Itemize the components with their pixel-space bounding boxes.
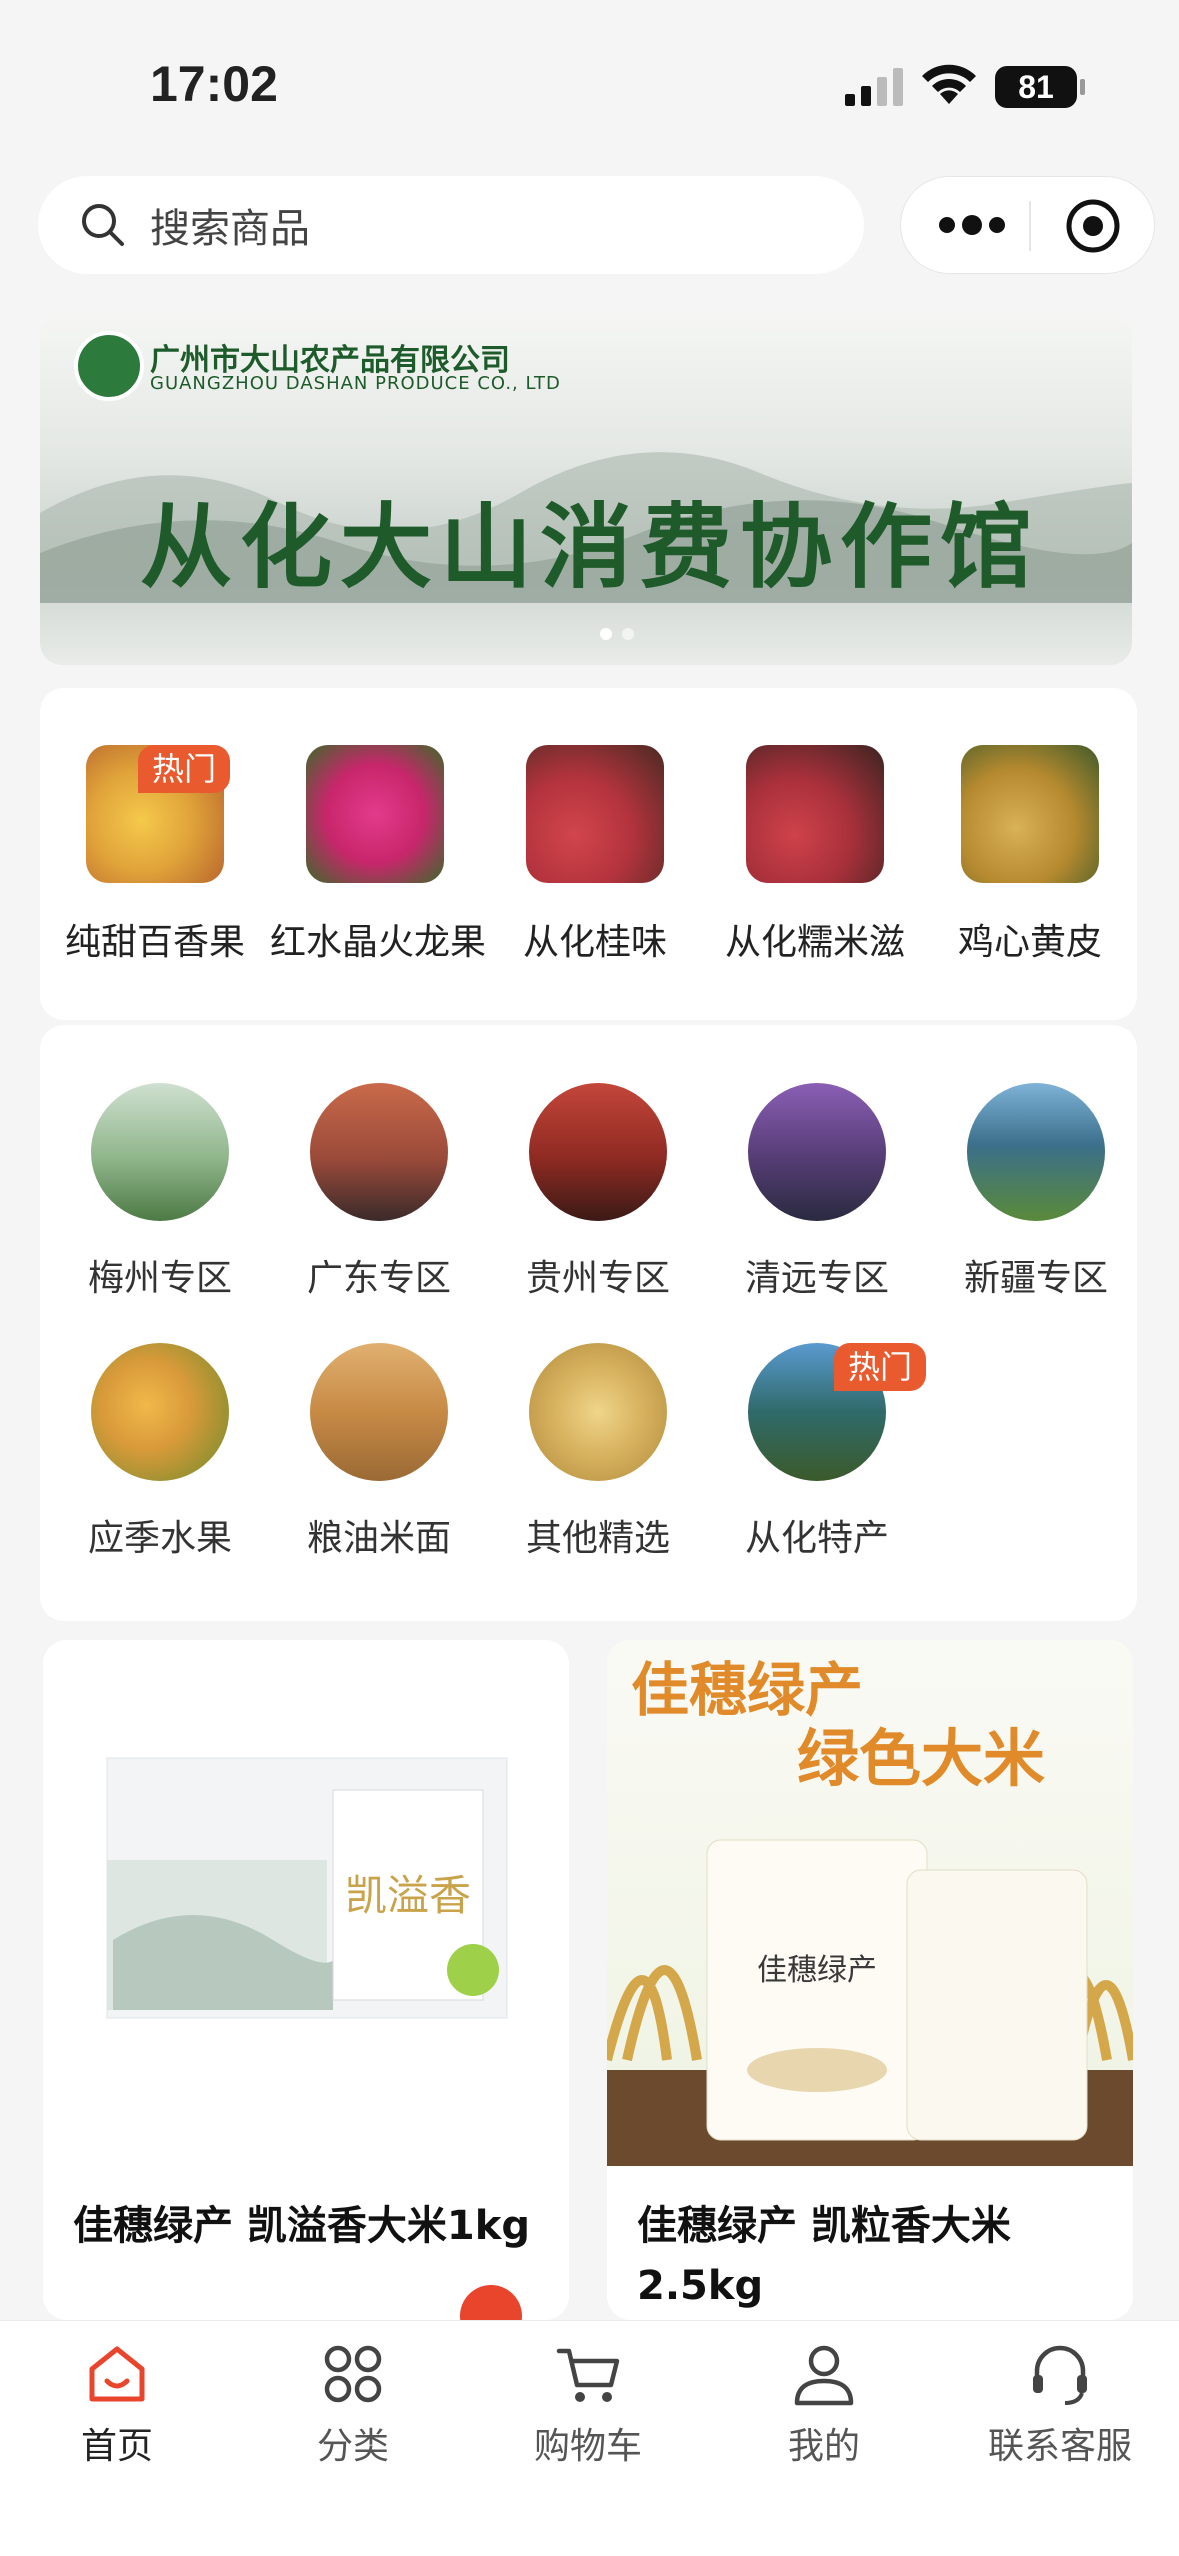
miniprogram-capsule (900, 176, 1155, 274)
hot-item[interactable]: 从化糯米滋 (710, 745, 920, 965)
banner-slogan: 从化大山消费协作馆 (139, 493, 1040, 601)
tab-label: 分类 (316, 2426, 389, 2467)
more-icon[interactable] (937, 213, 1007, 237)
product-image: 佳穗绿产 绿色大米 佳穗绿产 (607, 1640, 1133, 2166)
product-image: 凯溢香 (43, 1640, 569, 2166)
hot-item[interactable]: 鸡心黄皮 (925, 745, 1135, 965)
category-icon (324, 2345, 382, 2403)
zone-item[interactable]: 热门 从化特产 (717, 1343, 926, 1561)
zone-image: 热门 (748, 1343, 926, 1481)
cart-icon (556, 2348, 620, 2402)
zone-item[interactable]: 应季水果 (60, 1343, 260, 1561)
ad-headline-1: 佳穗绿产 (631, 1656, 863, 1724)
product-name: 佳穗绿产 凯溢香大米1kg (73, 2203, 530, 2249)
home-icon (89, 2346, 145, 2402)
zone-label: 新疆专区 (963, 1258, 1108, 1299)
hot-products-row: 热门 纯甜百香果 红水晶火龙果 从化桂味 从化糯米滋 鸡心黄皮 (40, 688, 1137, 1020)
promo-banner[interactable]: 广州市大山农产品有限公司 GUANGZHOU DASHAN PRODUCE CO… (40, 313, 1132, 665)
product-card[interactable]: 凯溢香 佳穗绿产 凯溢香大米1kg (43, 1640, 569, 2320)
hot-item-label: 从化桂味 (522, 922, 667, 963)
zone-item[interactable]: 粮油米面 (279, 1343, 479, 1561)
hot-badge: 热门 (833, 1343, 926, 1391)
tab-label: 联系客服 (987, 2426, 1132, 2467)
signal-icon (845, 68, 903, 106)
status-time: 17:02 (150, 56, 278, 112)
product-card[interactable]: 佳穗绿产 绿色大米 佳穗绿产 佳穗绿产 凯粒香大米2.5kg (607, 1640, 1133, 2320)
hot-item-label: 鸡心黄皮 (957, 922, 1102, 963)
tab-label: 首页 (80, 2426, 153, 2467)
carousel-indicator (600, 628, 634, 640)
zone-label: 清远专区 (744, 1258, 889, 1299)
battery-indicator: 81 (995, 66, 1085, 108)
zone-item[interactable]: 贵州专区 (498, 1083, 698, 1301)
tab-profile[interactable]: 我的 (724, 2339, 924, 2469)
search-placeholder: 搜索商品 (150, 206, 310, 252)
product-thumbnail (526, 745, 664, 883)
tab-home[interactable]: 首页 (17, 2339, 217, 2469)
wifi-icon (922, 64, 976, 104)
zone-image (748, 1083, 886, 1221)
zone-image (967, 1083, 1105, 1221)
company-logo (74, 331, 144, 401)
hot-badge: 热门 (137, 745, 230, 793)
hot-item-label: 纯甜百香果 (64, 922, 245, 963)
zone-label: 贵州专区 (525, 1258, 670, 1299)
zones-grid: 梅州专区 广东专区 贵州专区 清远专区 新疆专区 应季水果 粮油米面 其他精选 … (40, 1025, 1137, 1621)
close-miniprogram-icon[interactable] (1064, 197, 1122, 255)
product-thumbnail (306, 745, 444, 883)
zone-image (310, 1343, 448, 1481)
tab-cart[interactable]: 购物车 (488, 2339, 688, 2469)
product-thumbnail (746, 745, 884, 883)
zone-image (310, 1083, 448, 1221)
search-icon (82, 204, 124, 246)
tab-customer-service[interactable]: 联系客服 (960, 2339, 1160, 2469)
zone-label: 粮油米面 (306, 1518, 451, 1559)
hot-item[interactable]: 热门 纯甜百香果 (50, 745, 260, 965)
hot-item[interactable]: 红水晶火龙果 (270, 745, 487, 965)
hot-item-label: 从化糯米滋 (724, 922, 905, 963)
zone-label: 其他精选 (525, 1518, 670, 1559)
product-thumbnail (961, 745, 1099, 883)
zone-image (529, 1083, 667, 1221)
rice-bag-text: 佳穗绿产 (757, 1953, 877, 1988)
zone-label: 梅州专区 (87, 1258, 232, 1299)
zone-label: 广东专区 (306, 1258, 451, 1299)
tab-category[interactable]: 分类 (253, 2339, 453, 2469)
company-name-en: GUANGZHOU DASHAN PRODUCE CO., LTD (150, 373, 561, 394)
tab-label: 购物车 (533, 2426, 642, 2467)
product-name: 佳穗绿产 凯粒香大米2.5kg (637, 2203, 1011, 2309)
zone-image (91, 1083, 229, 1221)
hot-item[interactable]: 从化桂味 (490, 745, 700, 965)
zone-item[interactable]: 新疆专区 (936, 1083, 1136, 1301)
zone-label: 从化特产 (744, 1518, 889, 1559)
zone-item[interactable]: 梅州专区 (60, 1083, 260, 1301)
zone-item[interactable]: 清远专区 (717, 1083, 917, 1301)
box-brand-text: 凯溢香 (345, 1871, 471, 1920)
tab-label: 我的 (787, 2426, 860, 2467)
user-icon (794, 2345, 854, 2406)
zone-item[interactable]: 其他精选 (498, 1343, 698, 1561)
bottom-tab-bar: 首页 分类 购物车 我的 联系客服 (0, 2320, 1179, 2556)
product-thumbnail: 热门 (86, 745, 230, 883)
hot-item-label: 红水晶火龙果 (270, 922, 487, 963)
headset-icon (1033, 2345, 1087, 2405)
search-input[interactable]: 搜索商品 (38, 176, 864, 274)
zone-label: 应季水果 (87, 1518, 232, 1559)
zone-item[interactable]: 广东专区 (279, 1083, 479, 1301)
zone-image (91, 1343, 229, 1481)
ad-headline-2: 绿色大米 (797, 1722, 1045, 1795)
capsule-divider (1029, 201, 1031, 251)
zone-image (529, 1343, 667, 1481)
status-bar: 17:02 81 (0, 0, 1179, 170)
